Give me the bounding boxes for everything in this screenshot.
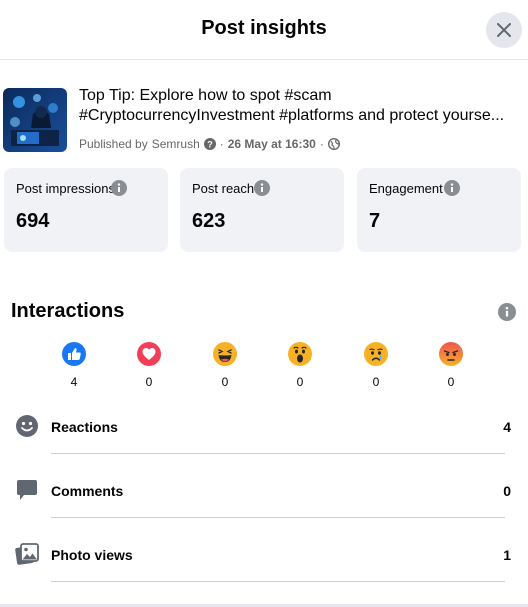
row-value: 1: [503, 547, 511, 563]
row-value: 4: [503, 419, 511, 435]
post-caption-line-1: Top Tip: Explore how to spot #scam: [79, 87, 332, 104]
row-value: 0: [503, 483, 511, 499]
close-icon: [497, 23, 511, 37]
smiley-icon: [16, 415, 38, 437]
interactions-title: Interactions: [11, 300, 125, 322]
metric-row-photo-views[interactable]: Photo views 1: [0, 523, 528, 587]
info-icon[interactable]: [111, 180, 127, 196]
reaction-wow: [287, 341, 313, 372]
reaction-count-love: 0: [145, 375, 153, 389]
post-thumbnail[interactable]: [3, 88, 67, 152]
comment-icon: [17, 480, 37, 500]
row-label: Photo views: [51, 547, 133, 563]
post-meta: Published by Semrush ? · 26 May at 16:30…: [79, 137, 340, 151]
like-icon: [62, 342, 86, 366]
dialog-title: Post insights: [201, 17, 327, 39]
published-by-label: Published by: [79, 137, 148, 151]
angry-icon: [439, 342, 463, 366]
meta-separator: ·: [219, 137, 224, 151]
dialog-header: Post insights: [0, 0, 528, 60]
reaction-love: [136, 341, 162, 372]
metric-row-reactions[interactable]: Reactions 4: [0, 395, 528, 459]
row-label: Reactions: [51, 419, 118, 435]
info-icon[interactable]: [444, 180, 460, 196]
metric-label: Engagement: [369, 181, 443, 196]
post-caption[interactable]: Top Tip: Explore how to spot #scam #Cryp…: [79, 86, 519, 126]
metric-value: 623: [192, 210, 226, 232]
row-label: Comments: [51, 483, 124, 499]
globe-icon: [327, 138, 340, 150]
meta-separator: ·: [319, 137, 324, 151]
metric-label: Post reach: [192, 181, 255, 196]
reaction-sad: [363, 341, 389, 372]
reaction-count-sad: 0: [372, 375, 380, 389]
metric-label: Post impressions: [16, 181, 115, 196]
wow-icon: [288, 342, 312, 366]
metric-card-reach: Post reach 623: [180, 168, 344, 252]
post-caption-line-2: #CryptocurrencyInvestment #platforms and…: [79, 107, 505, 124]
crypto-scam-thumbnail: [3, 88, 67, 152]
haha-icon: [213, 342, 237, 366]
reaction-haha: [212, 341, 238, 372]
publisher-name[interactable]: Semrush: [152, 137, 200, 151]
metric-card-impressions: Post impressions 694: [4, 168, 168, 252]
reaction-count-wow: 0: [296, 375, 304, 389]
reaction-like: [61, 341, 87, 372]
metric-value: 694: [16, 210, 50, 232]
close-button[interactable]: [486, 12, 522, 48]
info-icon[interactable]: [498, 303, 516, 321]
reaction-count-haha: 0: [221, 375, 229, 389]
photos-icon: [15, 543, 39, 565]
metric-row-comments[interactable]: Comments 0: [0, 459, 528, 523]
love-icon: [137, 342, 161, 366]
metric-card-engagement: Engagement 7: [357, 168, 521, 252]
row-divider: [51, 453, 505, 454]
reaction-count-like: 4: [70, 375, 78, 389]
info-icon[interactable]: [254, 180, 270, 196]
svg-text:?: ?: [207, 140, 213, 150]
sad-icon: [364, 342, 388, 366]
row-divider: [51, 581, 505, 582]
help-icon[interactable]: ?: [203, 138, 216, 150]
reaction-angry: [438, 341, 464, 372]
reaction-count-angry: 0: [447, 375, 455, 389]
post-date[interactable]: 26 May at 16:30: [228, 137, 316, 151]
metric-value: 7: [369, 210, 381, 232]
row-divider: [51, 517, 505, 518]
